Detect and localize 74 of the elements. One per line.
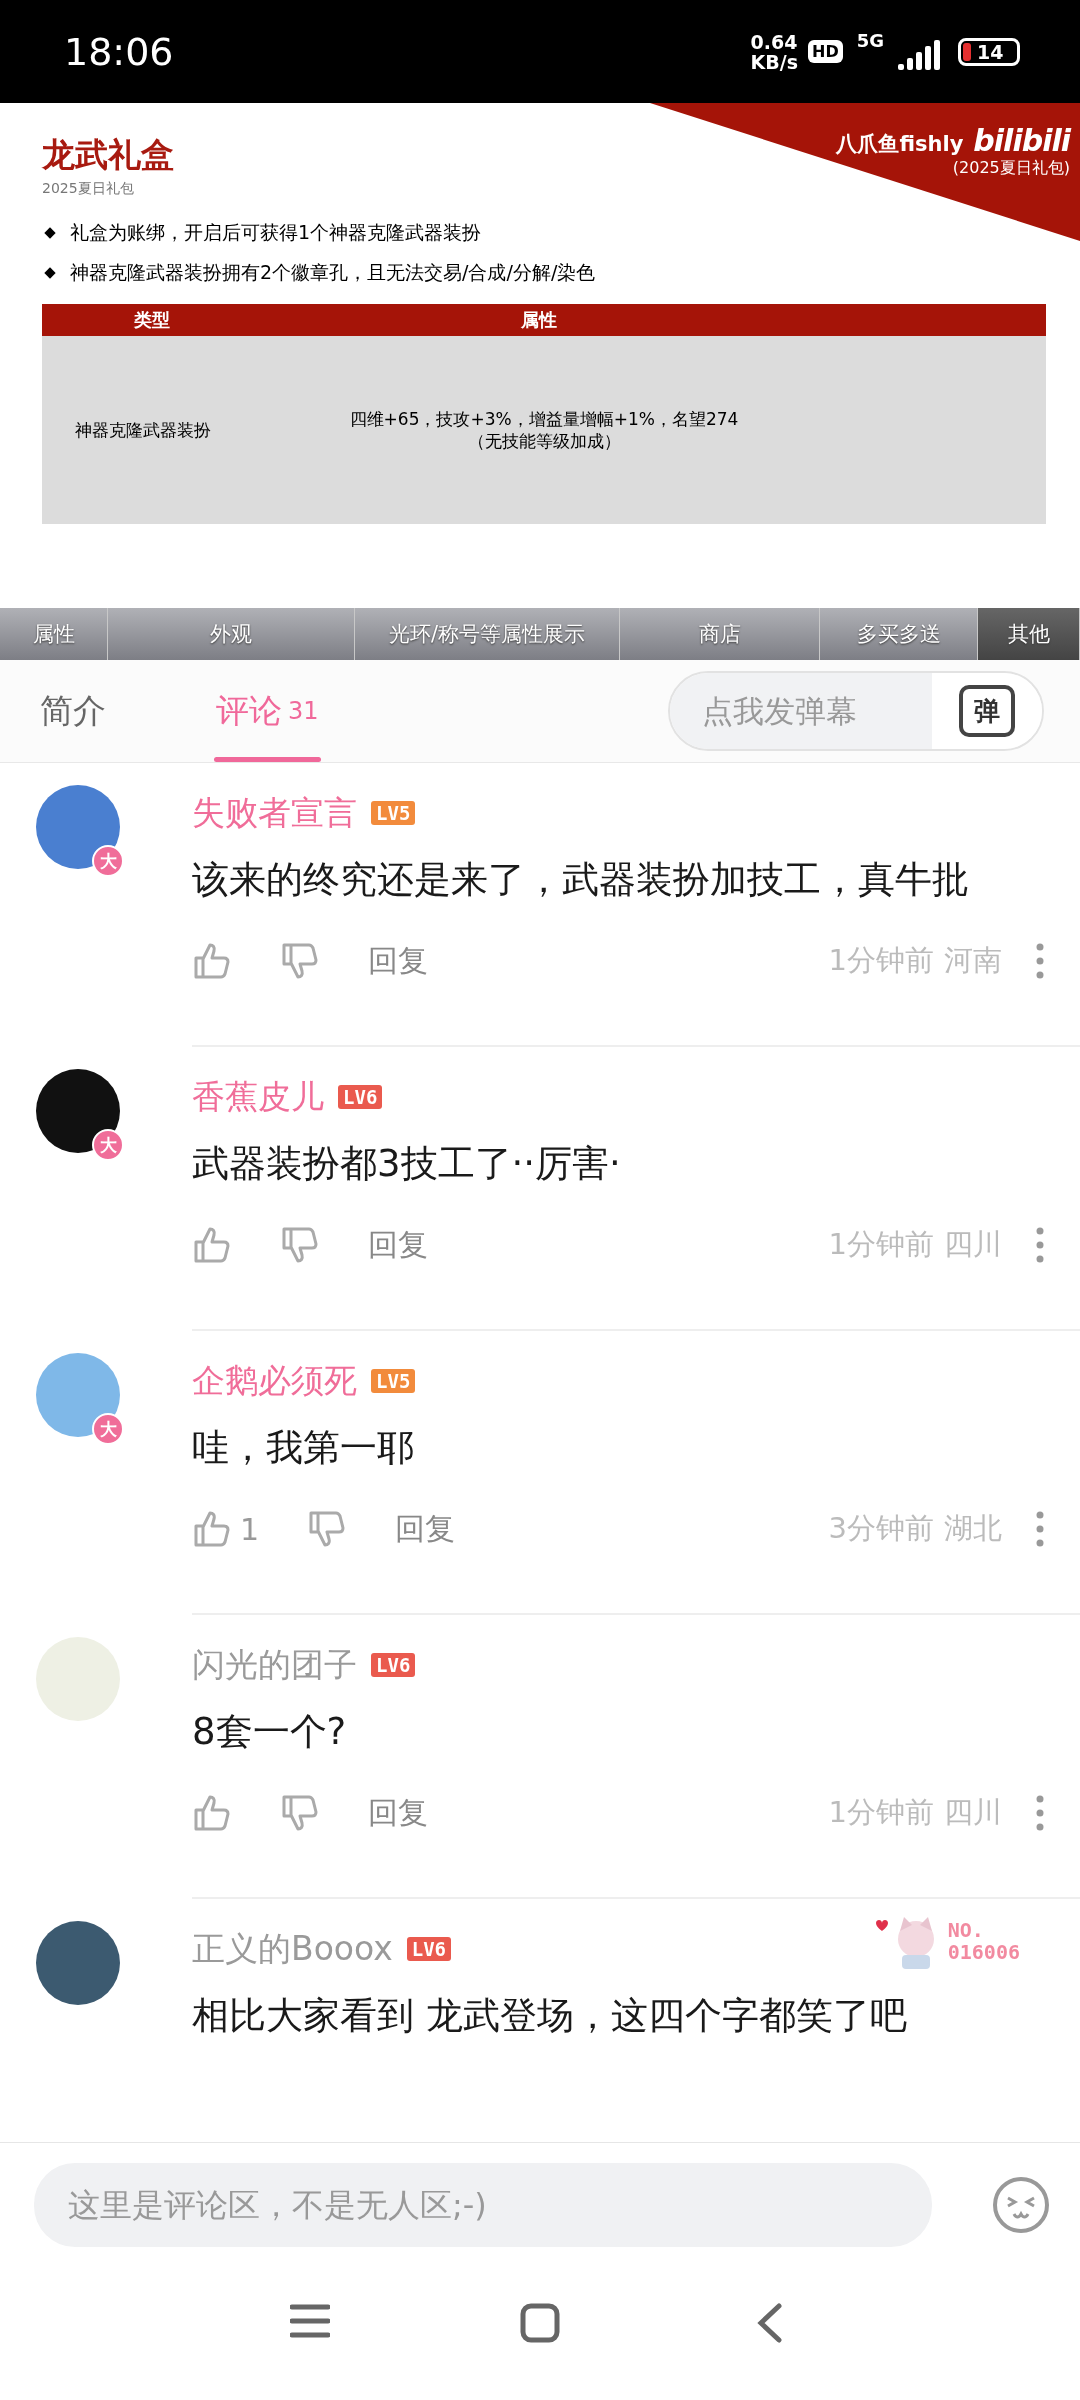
video-tab[interactable]: 其他 [978, 608, 1080, 660]
more-icon[interactable] [1036, 1511, 1044, 1547]
more-icon[interactable] [1036, 1795, 1044, 1831]
dislike-icon[interactable] [280, 941, 320, 981]
user-name[interactable]: 香蕉皮儿 [192, 1074, 324, 1120]
status-time: 18:06 [64, 29, 175, 74]
comment-text: 哇，我第一耶 [192, 1425, 415, 1471]
user-name[interactable]: 闪光的团子 [192, 1642, 357, 1688]
fan-number: 016006 [947, 1941, 1020, 1963]
bullet-text: 礼盒为账绑，开启后可获得1个神器克隆武器装扮 [70, 220, 482, 245]
home-icon[interactable] [520, 2303, 560, 2343]
comment-location: 湖北 [944, 1510, 1002, 1547]
reply-button[interactable]: 回复 [368, 1792, 428, 1834]
network-label: 5G [856, 30, 884, 51]
net-speed: 0.64 [750, 31, 798, 52]
banner-caption: (2025夏日礼包) [952, 158, 1070, 179]
more-icon[interactable] [1036, 943, 1044, 979]
comment-time: 3分钟前 [828, 1510, 934, 1547]
hd-icon: HD [808, 40, 843, 63]
comment-input[interactable]: 这里是评论区，不是无人区;-) [34, 2163, 932, 2247]
comment-text: 武器装扮都3技工了··厉害· [192, 1141, 622, 1187]
fan-number: NO. [947, 1919, 985, 1941]
comment-text: 8套一个? [192, 1709, 348, 1755]
level-badge: LV6 [338, 1085, 383, 1109]
menu-icon[interactable] [290, 2303, 330, 2339]
comment-location: 河南 [944, 942, 1002, 979]
comment-time: 1分钟前 [828, 942, 934, 979]
reply-button[interactable]: 回复 [368, 1224, 428, 1266]
dislike-icon[interactable] [280, 1793, 320, 1833]
user-name[interactable]: 企鹅必须死 [192, 1358, 357, 1404]
table-cell-text: 神器克隆武器装扮 [74, 418, 212, 442]
emoji-icon[interactable] [992, 2176, 1050, 2234]
vip-badge: 大 [92, 845, 124, 877]
slide-title: 龙武礼盒 [42, 134, 174, 176]
site-logo: bilibili [973, 123, 1070, 158]
vip-badge: 大 [92, 1129, 124, 1161]
user-name[interactable]: 正义的Booox [192, 1926, 393, 1972]
comment-time: 1分钟前 [828, 1226, 934, 1263]
reply-button[interactable]: 回复 [368, 940, 428, 982]
comment-text: 相比大家看到 龙武登场，这四个字都笑了吧 [192, 1993, 908, 2039]
tab[interactable]: 评论 31 [216, 660, 319, 762]
table-cell: 四维+65，技攻+3%，增益量增幅+1%，名望274 [349, 408, 739, 430]
bullet-text: 神器克隆武器装扮拥有2个徽章孔，且无法交易/合成/分解/染色 [70, 260, 596, 285]
uploader-name: 八爪鱼fishly [836, 131, 964, 158]
back-icon[interactable] [757, 2303, 783, 2343]
level-badge: LV5 [371, 1369, 416, 1393]
danmaku-button[interactable]: 弹 [959, 685, 1015, 737]
like-count: 1 [240, 1511, 260, 1547]
more-icon[interactable] [1036, 1227, 1044, 1263]
like-icon[interactable] [192, 1509, 232, 1549]
danmaku-field[interactable]: 点我发弹幕 弹 [668, 671, 1044, 751]
column-header: 类型 [133, 308, 171, 332]
column-header: 属性 [520, 308, 558, 332]
like-icon[interactable] [192, 1225, 232, 1265]
net-unit: KB/s [750, 51, 798, 72]
level-badge: LV6 [371, 1653, 416, 1677]
tab[interactable]: 简介 [40, 660, 106, 762]
bullet-icon [44, 227, 56, 239]
vip-badge: 大 [92, 1413, 124, 1445]
level-badge: LV5 [371, 801, 416, 825]
comment-location: 四川 [944, 1226, 1002, 1263]
bullet-icon [44, 267, 56, 279]
reply-button[interactable]: 回复 [395, 1508, 456, 1550]
table-cell: （无技能等级加成） [467, 430, 621, 452]
dislike-icon[interactable] [280, 1225, 320, 1265]
user-name[interactable]: 失败者宣言 [192, 790, 357, 836]
comment-location: 四川 [944, 1794, 1002, 1831]
comment-text: 该来的终究还是来了，武器装扮加技工，真牛批 [192, 857, 970, 903]
battery-level: 14 [977, 40, 1004, 63]
like-icon[interactable] [192, 941, 232, 981]
like-icon[interactable] [192, 1793, 232, 1833]
level-badge: LV6 [406, 1937, 452, 1961]
slide-subtitle: 2025夏日礼包 [42, 180, 134, 198]
comment-time: 1分钟前 [828, 1794, 934, 1831]
